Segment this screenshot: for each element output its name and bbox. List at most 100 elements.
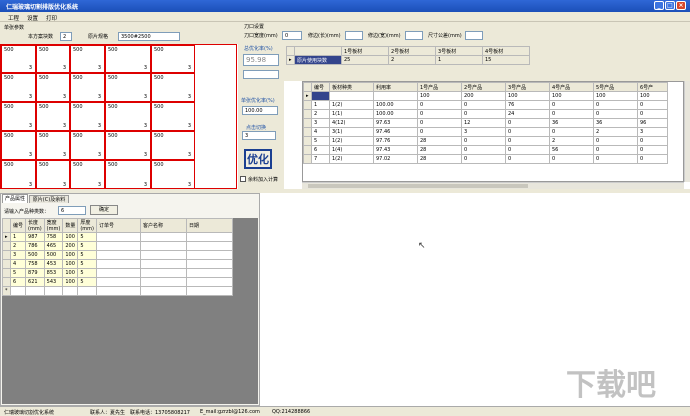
product-cell[interactable] <box>96 286 141 296</box>
sheet-piece[interactable]: 500 3 <box>70 73 105 102</box>
product-cell[interactable] <box>186 277 233 287</box>
product-cell[interactable] <box>186 286 233 296</box>
result-cell[interactable]: 1(2) <box>329 100 374 110</box>
blade-width-field[interactable]: 0 <box>282 31 302 40</box>
leftover-checkbox[interactable] <box>240 176 246 182</box>
product-row[interactable]: ▸ 1 987 758 100 5 <box>2 232 233 242</box>
result-cell[interactable]: 7 <box>311 154 330 164</box>
product-cell[interactable]: 200 <box>62 241 79 251</box>
result-cell[interactable]: 3 <box>311 118 330 128</box>
result-header[interactable]: 板材种类 <box>329 82 374 92</box>
product-header[interactable]: 日期 <box>186 218 233 233</box>
product-cell[interactable] <box>186 268 233 278</box>
result-cell[interactable]: 6 <box>311 145 330 155</box>
result-cell[interactable]: 3 <box>637 127 668 137</box>
product-cell[interactable] <box>62 286 79 296</box>
product-cell[interactable] <box>96 277 141 287</box>
sheet-piece[interactable]: 500 3 <box>36 45 70 73</box>
sheet-piece[interactable]: 500 3 <box>70 160 105 190</box>
product-cell[interactable] <box>96 268 141 278</box>
material-cell[interactable]: 15 <box>482 55 530 65</box>
product-cell[interactable] <box>140 232 187 242</box>
result-cell[interactable]: 200 <box>461 91 506 101</box>
product-row[interactable]: 6 621 543 100 5 <box>2 277 233 287</box>
trim-short-field[interactable] <box>405 31 423 40</box>
product-cell[interactable]: 5 <box>77 259 97 269</box>
product-cell[interactable]: 5 <box>77 241 97 251</box>
result-row[interactable]: 1 1(2) 100.00 0 0 76 0 0 0 <box>303 100 668 110</box>
sheet-piece[interactable]: 500 3 <box>70 131 105 160</box>
product-cell[interactable]: 4 <box>9 259 27 269</box>
result-cell[interactable]: 0 <box>593 109 638 119</box>
sheet-piece[interactable]: 500 3 <box>70 102 105 131</box>
product-cell[interactable]: 1 <box>9 232 27 242</box>
product-header[interactable]: 厚度 (mm) <box>77 218 97 233</box>
product-cell[interactable]: 500 <box>25 250 45 260</box>
sheet-piece[interactable]: 500 3 <box>36 73 70 102</box>
result-cell[interactable]: 2 <box>593 127 638 137</box>
result-cell[interactable]: 0 <box>593 145 638 155</box>
result-cell[interactable]: 2 <box>549 136 594 146</box>
product-cell[interactable] <box>25 286 45 296</box>
result-row[interactable]: 4 3(1) 97.46 0 3 0 0 2 3 <box>303 127 668 137</box>
sheet-piece[interactable]: 500 3 <box>1 73 36 102</box>
product-cell[interactable] <box>140 277 187 287</box>
result-row[interactable]: ▸ 100 200 100 100 100 100 <box>303 91 668 101</box>
product-cell[interactable]: 465 <box>43 241 64 251</box>
result-cell[interactable] <box>311 91 330 101</box>
result-cell[interactable]: 3 <box>461 127 506 137</box>
result-header[interactable]: 编号 <box>311 82 330 92</box>
result-cell[interactable]: 4 <box>311 127 330 137</box>
product-cell[interactable] <box>43 286 64 296</box>
product-cell[interactable] <box>140 250 187 260</box>
result-cell[interactable]: 0 <box>549 100 594 110</box>
result-cell[interactable]: 0 <box>637 154 668 164</box>
product-cell[interactable]: 853 <box>43 268 64 278</box>
product-cell[interactable] <box>186 250 233 260</box>
result-cell[interactable]: 4(12) <box>329 118 374 128</box>
result-row[interactable]: 6 1(4) 97.43 28 0 0 56 0 0 <box>303 145 668 155</box>
sheet-piece[interactable]: 500 3 <box>105 73 151 102</box>
result-cell[interactable]: 5 <box>311 136 330 146</box>
confirm-button[interactable]: 确定 <box>90 205 118 215</box>
result-cell[interactable]: 97.46 <box>373 127 418 137</box>
result-cell[interactable]: 12 <box>461 118 506 128</box>
result-cell[interactable] <box>373 91 418 101</box>
result-header[interactable]: 1号产品 <box>417 82 462 92</box>
product-cell[interactable]: 100 <box>62 277 79 287</box>
result-cell[interactable]: 28 <box>417 145 462 155</box>
result-scroll-thumb[interactable] <box>308 184 528 188</box>
menu-project[interactable]: 工程 <box>8 14 19 22</box>
result-cell[interactable]: 28 <box>417 136 462 146</box>
result-cell[interactable]: 0 <box>549 109 594 119</box>
product-cell[interactable]: 758 <box>25 259 45 269</box>
product-cell[interactable]: 987 <box>25 232 45 242</box>
product-cell[interactable]: 621 <box>25 277 45 287</box>
result-cell[interactable]: 100 <box>593 91 638 101</box>
result-cell[interactable]: 0 <box>461 136 506 146</box>
result-cell[interactable]: 97.76 <box>373 136 418 146</box>
result-cell[interactable]: 97.43 <box>373 145 418 155</box>
optimize-button[interactable]: 优化 <box>244 149 272 169</box>
sheet-piece[interactable]: 500 3 <box>105 102 151 131</box>
sheet-piece[interactable]: 500 3 <box>1 131 36 160</box>
menu-print[interactable]: 打印 <box>46 14 57 22</box>
product-cell[interactable] <box>186 232 233 242</box>
result-cell[interactable]: 0 <box>637 109 668 119</box>
result-row[interactable]: 5 1(2) 97.76 28 0 0 2 0 0 <box>303 136 668 146</box>
layout-count-field[interactable]: 2 <box>60 32 72 41</box>
product-cell[interactable]: 5 <box>9 268 27 278</box>
product-cell[interactable] <box>140 259 187 269</box>
product-row[interactable]: 2 786 465 200 5 <box>2 241 233 251</box>
minimize-button[interactable]: _ <box>654 1 664 10</box>
product-cell[interactable]: 5 <box>77 268 97 278</box>
sheet-piece[interactable]: 500 3 <box>151 73 195 102</box>
result-cell[interactable]: 0 <box>505 127 550 137</box>
sheet-piece[interactable]: 500 3 <box>1 45 36 73</box>
result-cell[interactable]: 1(4) <box>329 145 374 155</box>
result-cell[interactable]: 0 <box>549 154 594 164</box>
result-row[interactable]: 2 1(1) 100.00 0 0 24 0 0 0 <box>303 109 668 119</box>
result-header[interactable]: 4号产品 <box>549 82 594 92</box>
product-count-field[interactable]: 6 <box>58 206 86 215</box>
result-cell[interactable]: 0 <box>505 154 550 164</box>
